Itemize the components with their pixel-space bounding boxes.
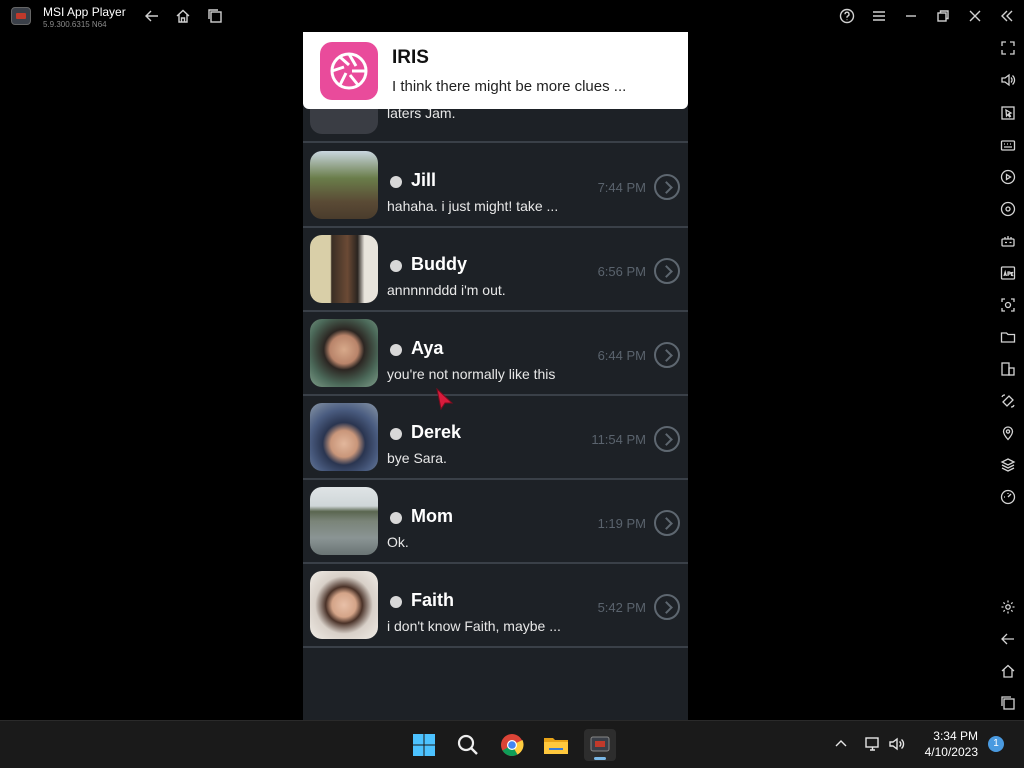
- close-icon[interactable]: [965, 6, 985, 26]
- status-dot: [390, 596, 402, 608]
- android-recent-apps-icon[interactable]: [1000, 695, 1016, 711]
- cursor-lock-icon[interactable]: [1000, 105, 1016, 121]
- search-icon[interactable]: [452, 729, 484, 761]
- open-chat-chevron-icon[interactable]: [654, 594, 680, 620]
- contact-preview: i don't know Faith, maybe ...: [387, 618, 561, 634]
- chrome-icon[interactable]: [496, 729, 528, 761]
- layers-icon[interactable]: [1000, 457, 1016, 473]
- notification-message: I think there might be more clues ...: [392, 78, 627, 95]
- recent-apps-icon[interactable]: [205, 6, 225, 26]
- location-icon[interactable]: [1000, 425, 1016, 441]
- contact-row-aya[interactable]: Aya you're not normally like this 6:44 P…: [303, 312, 688, 396]
- heads-up-notification[interactable]: IRIS I think there might be more clues .…: [303, 32, 688, 109]
- volume-icon[interactable]: [1000, 72, 1016, 88]
- chevron-up-icon[interactable]: [832, 735, 852, 755]
- open-chat-chevron-icon[interactable]: [654, 426, 680, 452]
- contact-row-mom[interactable]: Mom Ok. 1:19 PM: [303, 480, 688, 564]
- contact-preview: annnnnddd i'm out.: [387, 282, 506, 298]
- speed-icon[interactable]: [1000, 489, 1016, 505]
- settings-icon[interactable]: [1000, 599, 1016, 615]
- contact-name: Derek: [411, 422, 462, 442]
- contact-preview: hahaha. i just might! take ...: [387, 198, 559, 214]
- contact-preview: bye Sara.: [387, 450, 447, 466]
- contact-row-jill[interactable]: Jill hahaha. i just might! take ... 7:44…: [303, 144, 688, 228]
- volume-icon[interactable]: [888, 735, 908, 755]
- mouse-cursor-icon: [436, 387, 454, 411]
- contact-name: Aya: [411, 338, 444, 358]
- restore-icon[interactable]: [933, 6, 953, 26]
- status-dot: [390, 344, 402, 356]
- windows-taskbar: [0, 720, 1024, 768]
- folder-icon[interactable]: [1000, 329, 1016, 345]
- contact-time: 1:19 PM: [597, 516, 646, 531]
- contact-preview: you're not normally like this: [387, 366, 556, 382]
- notification-center-badge[interactable]: 1: [988, 736, 1004, 752]
- contact-avatar: [310, 487, 378, 555]
- contact-name: Buddy: [411, 254, 467, 274]
- menu-icon[interactable]: [869, 6, 889, 26]
- apk-install-icon[interactable]: [1000, 265, 1016, 281]
- taskbar-clock-time[interactable]: 3:34 PM: [922, 729, 978, 743]
- rotate-icon[interactable]: [1000, 393, 1016, 409]
- fullscreen-icon[interactable]: [1000, 40, 1016, 56]
- minimize-icon[interactable]: [901, 6, 921, 26]
- taskbar-clock-date[interactable]: 4/10/2023: [910, 745, 978, 759]
- notification-title: IRIS: [392, 47, 429, 68]
- contact-time: 5:42 PM: [597, 600, 646, 615]
- screenshot-icon[interactable]: [1000, 297, 1016, 313]
- gamepad-icon[interactable]: [1000, 233, 1016, 249]
- contact-row-buddy[interactable]: Buddy annnnnddd i'm out. 6:56 PM: [303, 228, 688, 312]
- status-dot: [390, 512, 402, 524]
- status-dot: [390, 428, 402, 440]
- contact-row-faith[interactable]: Faith i don't know Faith, maybe ... 5:42…: [303, 564, 688, 648]
- contact-name: Jill: [411, 170, 437, 190]
- open-chat-chevron-icon[interactable]: [654, 510, 680, 536]
- contact-time: 7:44 PM: [597, 180, 646, 195]
- contact-avatar: [310, 403, 378, 471]
- network-icon[interactable]: [864, 735, 884, 755]
- iris-app-icon: [320, 42, 378, 100]
- open-chat-chevron-icon[interactable]: [654, 342, 680, 368]
- side-toolbar: [992, 32, 1024, 720]
- contact-avatar: [310, 571, 378, 639]
- app-version: 5.9.300.6315 N64: [43, 20, 107, 29]
- msi-app-player-icon[interactable]: [584, 729, 616, 761]
- contact-row-derek[interactable]: Derek bye Sara. 11:54 PM: [303, 396, 688, 480]
- contact-avatar: [310, 319, 378, 387]
- collapse-sidebar-icon[interactable]: [997, 6, 1017, 26]
- windows-start-icon[interactable]: [408, 729, 440, 761]
- sync-icon[interactable]: [1000, 201, 1016, 217]
- home-icon[interactable]: [173, 6, 193, 26]
- contact-avatar: [310, 235, 378, 303]
- contact-time: 11:54 PM: [591, 432, 646, 447]
- file-explorer-icon[interactable]: [540, 729, 572, 761]
- contact-name: Mom: [411, 506, 453, 526]
- keyboard-icon[interactable]: [1000, 137, 1016, 153]
- contact-name: Faith: [411, 590, 454, 610]
- android-back-icon[interactable]: [1000, 631, 1016, 647]
- multi-instance-icon[interactable]: [1000, 361, 1016, 377]
- contact-avatar: [310, 151, 378, 219]
- desktop: MSI App Player 5.9.300.6315 N64 laters J…: [0, 0, 1024, 768]
- contact-time: 6:56 PM: [597, 264, 646, 279]
- status-dot: [390, 260, 402, 272]
- android-screen: laters Jam. Jill hahaha. i just might! t…: [303, 32, 688, 720]
- msi-app-player-logo: [11, 7, 31, 25]
- contact-preview: Ok.: [387, 534, 409, 550]
- open-chat-chevron-icon[interactable]: [654, 174, 680, 200]
- status-dot: [390, 176, 402, 188]
- help-icon[interactable]: [837, 6, 857, 26]
- window-title-bar: MSI App Player 5.9.300.6315 N64: [0, 0, 1024, 32]
- open-chat-chevron-icon[interactable]: [654, 258, 680, 284]
- macro-icon[interactable]: [1000, 169, 1016, 185]
- back-icon[interactable]: [142, 6, 162, 26]
- android-home-icon[interactable]: [1000, 663, 1016, 679]
- window-title: MSI App Player: [43, 5, 126, 19]
- contact-time: 6:44 PM: [597, 348, 646, 363]
